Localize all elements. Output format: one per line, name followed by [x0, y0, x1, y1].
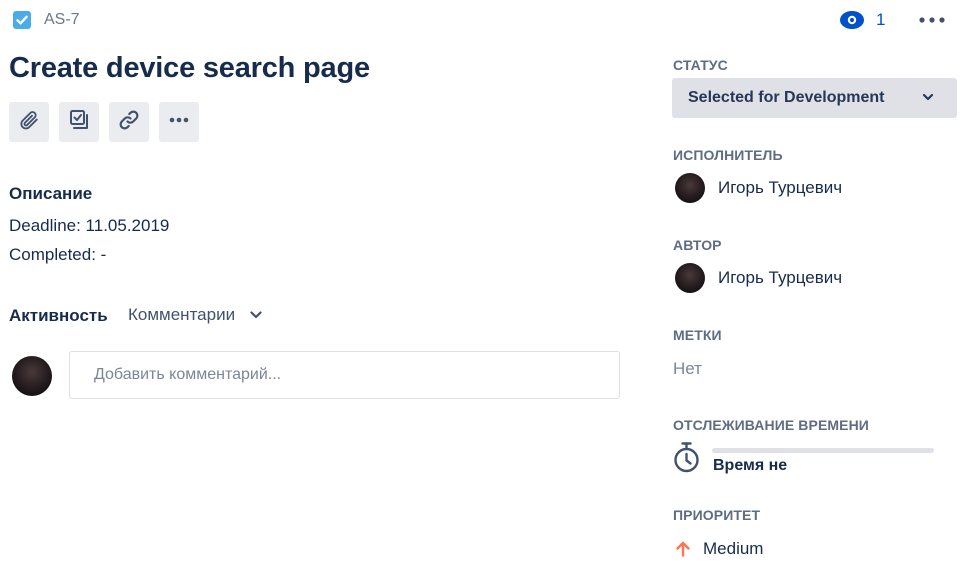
eye-icon[interactable]: [840, 9, 866, 31]
more-horizontal-icon: [167, 108, 191, 137]
issue-type-checkbox-icon[interactable]: [13, 11, 31, 29]
labels-label: МЕТКИ: [673, 327, 722, 343]
labels-value[interactable]: Нет: [673, 359, 702, 379]
assignee-name: Игорь Турцевич: [718, 178, 843, 197]
description-deadline[interactable]: Deadline: 11.05.2019: [9, 216, 169, 236]
create-subtask-button[interactable]: [59, 102, 99, 142]
arrow-up-icon: [674, 540, 692, 558]
more-horizontal-icon[interactable]: [916, 8, 948, 32]
paperclip-icon: [18, 109, 40, 136]
status-dropdown[interactable]: Selected for Development: [672, 78, 957, 118]
chevron-down-icon: [249, 305, 263, 325]
time-tracking-label: ОТСЛЕЖИВАНИЕ ВРЕМЕНИ: [673, 417, 869, 433]
reporter-label: АВТОР: [673, 237, 722, 253]
avatar: [12, 356, 52, 396]
time-tracking-value: Время не: [713, 457, 788, 474]
description-completed[interactable]: Completed: -: [9, 245, 106, 265]
priority-value[interactable]: Medium: [703, 539, 763, 559]
reporter-name: Игорь Турцевич: [718, 268, 843, 287]
status-label: СТАТУС: [673, 57, 728, 73]
stopwatch-icon: [672, 440, 702, 476]
activity-heading: Активность: [9, 306, 108, 325]
more-actions-button[interactable]: [159, 102, 199, 142]
comment-input-box[interactable]: [69, 351, 620, 399]
reporter-avatar: [675, 263, 705, 293]
assignee-label: ИСПОЛНИТЕЛЬ: [673, 147, 783, 163]
description-heading: Описание: [9, 184, 93, 203]
watchers-count[interactable]: 1: [876, 10, 885, 30]
priority-label: ПРИОРИТЕТ: [673, 507, 761, 523]
issue-title[interactable]: Create device search page: [9, 52, 370, 85]
issue-key-link[interactable]: AS-7: [44, 11, 80, 29]
subtask-icon: [67, 108, 91, 137]
reporter-field[interactable]: Игорь Турцевич: [675, 263, 842, 293]
activity-filter-label: Комментарии: [128, 305, 236, 324]
link-issue-button[interactable]: [109, 102, 149, 142]
assignee-field[interactable]: Игорь Турцевич: [675, 173, 842, 203]
attach-button[interactable]: [9, 102, 49, 142]
comment-input[interactable]: [70, 352, 619, 398]
status-value: Selected for Development: [688, 89, 885, 106]
chevron-down-icon: [921, 90, 935, 109]
activity-filter-dropdown[interactable]: Комментарии: [128, 305, 263, 325]
link-icon: [117, 108, 141, 137]
time-tracking-bar[interactable]: [712, 448, 934, 453]
assignee-avatar: [675, 173, 705, 203]
